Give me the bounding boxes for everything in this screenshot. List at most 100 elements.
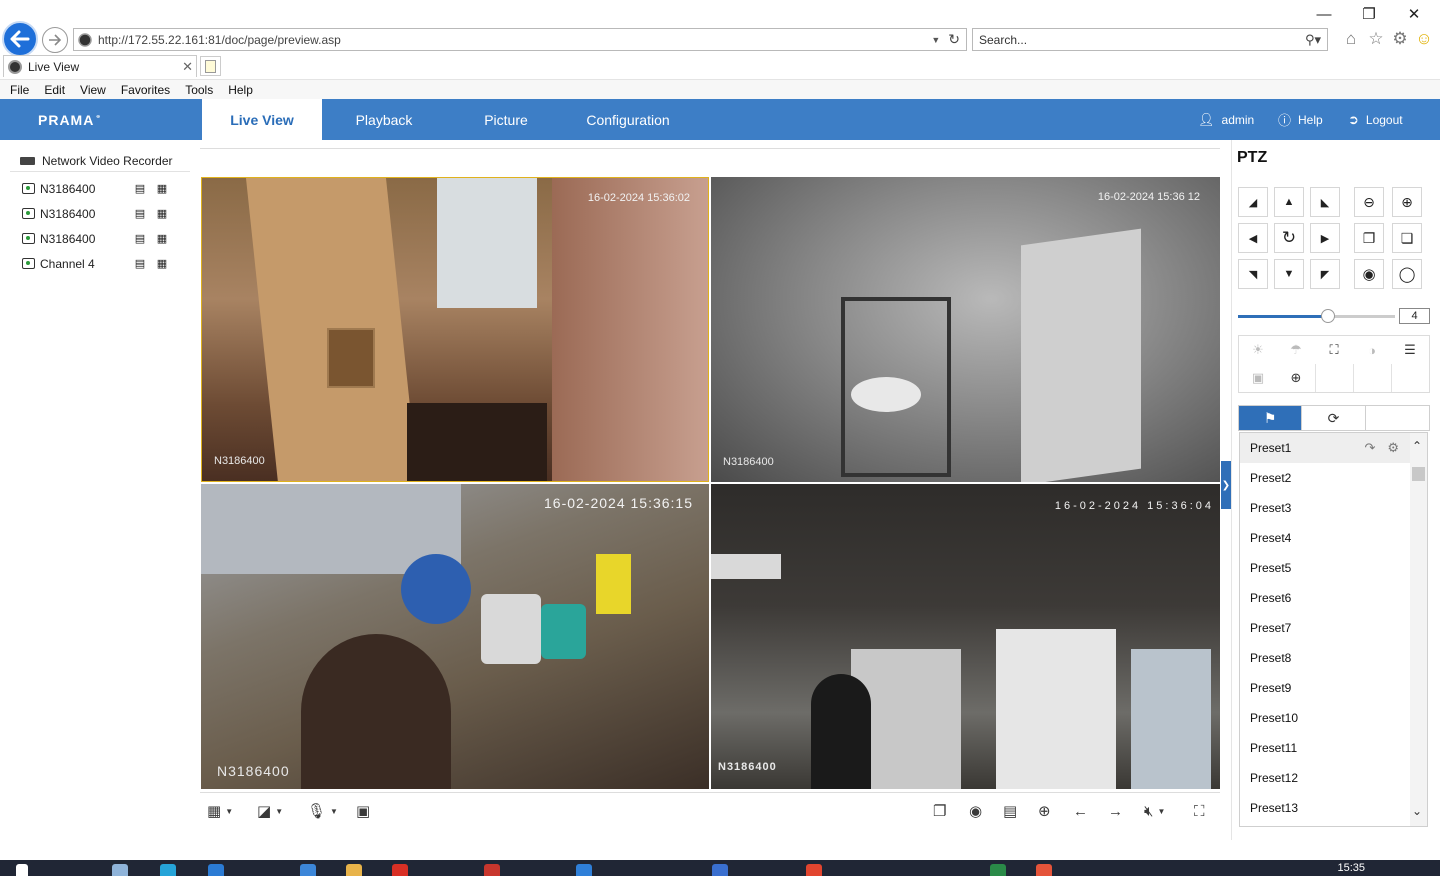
- preset-item[interactable]: Preset4: [1240, 523, 1411, 553]
- preset-item[interactable]: Preset8: [1240, 643, 1411, 673]
- manual-tracking-icon[interactable]: ▣: [1239, 364, 1277, 392]
- taskbar-app-icon[interactable]: [392, 864, 408, 876]
- ptz-down-right-button[interactable]: ◤: [1310, 259, 1340, 289]
- scrollbar-thumb[interactable]: [1412, 467, 1425, 481]
- forward-button[interactable]: [42, 27, 68, 53]
- gear-icon[interactable]: ⚙: [1389, 28, 1411, 50]
- tree-channel-2[interactable]: N3186400 ▤ ▦: [10, 201, 190, 226]
- ptz-left-button[interactable]: ◀: [1238, 223, 1268, 253]
- home-icon[interactable]: ⌂: [1340, 28, 1362, 50]
- preset-item[interactable]: Preset9: [1240, 673, 1411, 703]
- preset-item[interactable]: Preset11: [1240, 733, 1411, 763]
- tab-presets[interactable]: ⚑: [1239, 406, 1303, 430]
- chevron-up-icon[interactable]: ⌃: [1412, 439, 1422, 453]
- user-menu[interactable]: 👤︎ admin: [1198, 99, 1254, 140]
- preset-item[interactable]: Preset6: [1240, 583, 1411, 613]
- window-layout-button[interactable]: ▦ ▼: [207, 802, 233, 820]
- record-icon[interactable]: ▤: [132, 232, 148, 246]
- preset-settings-icon[interactable]: ⚙: [1387, 440, 1399, 456]
- ptz-speed-slider[interactable]: [1238, 309, 1395, 323]
- collapse-panel-button[interactable]: ❯: [1221, 461, 1231, 509]
- ptz-auto-pan-button[interactable]: ↻: [1274, 223, 1304, 253]
- preset-item[interactable]: Preset3: [1240, 493, 1411, 523]
- preset-item[interactable]: Preset7: [1240, 613, 1411, 643]
- digital-zoom-button[interactable]: ⊕: [1038, 802, 1051, 820]
- taskbar-app-icon[interactable]: [346, 864, 362, 876]
- wiper-icon[interactable]: ☂: [1277, 336, 1315, 364]
- iris-close-button[interactable]: ◉: [1354, 259, 1384, 289]
- zoom-in-button[interactable]: ⊕: [1392, 187, 1422, 217]
- capture-button[interactable]: ◉: [969, 802, 982, 820]
- minimize-button[interactable]: —: [1309, 4, 1339, 24]
- light-icon[interactable]: ☀: [1239, 336, 1277, 364]
- tab-patrols[interactable]: ⟳: [1302, 406, 1366, 430]
- restore-button[interactable]: ❐: [1354, 4, 1384, 24]
- iris-open-button[interactable]: ◯: [1392, 259, 1422, 289]
- taskbar-app-icon[interactable]: [208, 864, 224, 876]
- ptz-right-button[interactable]: ▶: [1310, 223, 1340, 253]
- logout-link[interactable]: ➲ Logout: [1348, 99, 1403, 140]
- tab-picture[interactable]: Picture: [452, 99, 560, 140]
- ptz-control-icon[interactable]: ▦: [154, 182, 170, 196]
- taskbar-app-icon[interactable]: [990, 864, 1006, 876]
- tab-pattern[interactable]: [1366, 406, 1429, 430]
- capture-all-button[interactable]: ❐: [933, 802, 946, 820]
- menu-favorites[interactable]: Favorites: [121, 83, 170, 97]
- record-icon[interactable]: ▤: [132, 207, 148, 221]
- video-tile-3[interactable]: 16-02-2024 15:36:15 N3186400: [201, 484, 709, 789]
- taskbar-app-icon[interactable]: [1036, 864, 1052, 876]
- chevron-down-icon[interactable]: ⌄: [1412, 804, 1422, 818]
- tab-live-view[interactable]: Live View: [202, 99, 322, 140]
- taskbar-app-icon[interactable]: [484, 864, 500, 876]
- preset-item[interactable]: Preset13: [1240, 793, 1411, 823]
- browser-search-input[interactable]: Search... ⚲▾: [972, 28, 1328, 51]
- menu-help[interactable]: Help: [228, 83, 253, 97]
- stream-type-button[interactable]: ◪ ▼: [257, 802, 283, 820]
- ptz-down-button[interactable]: ▼: [1274, 259, 1304, 289]
- preset-item[interactable]: Preset2: [1240, 463, 1411, 493]
- menu-icon[interactable]: ☰: [1391, 336, 1429, 364]
- taskbar-app-icon[interactable]: [160, 864, 176, 876]
- menu-edit[interactable]: Edit: [44, 83, 65, 97]
- record-icon[interactable]: ▤: [132, 257, 148, 271]
- tree-channel-3[interactable]: N3186400 ▤ ▦: [10, 226, 190, 251]
- taskbar-app-icon[interactable]: [712, 864, 728, 876]
- preset-item[interactable]: Preset1 ↷ ⚙: [1240, 433, 1411, 463]
- address-bar[interactable]: http://172.55.22.161:81/doc/page/preview…: [73, 28, 967, 51]
- taskbar-app-icon[interactable]: [300, 864, 316, 876]
- ptz-control-icon[interactable]: ▦: [154, 232, 170, 246]
- address-dropdown-icon[interactable]: ▼: [931, 35, 940, 45]
- speed-slider-thumb[interactable]: [1321, 309, 1335, 323]
- search-icon[interactable]: ⚲▾: [1305, 32, 1321, 48]
- new-tab-button[interactable]: [200, 56, 221, 76]
- menu-tools[interactable]: Tools: [185, 83, 213, 97]
- ptz-down-left-button[interactable]: ◥: [1238, 259, 1268, 289]
- ptz-up-right-button[interactable]: ◣: [1310, 187, 1340, 217]
- lens-initialize-icon[interactable]: ◑: [1353, 336, 1391, 364]
- tree-root-nvr[interactable]: Network Video Recorder: [10, 150, 190, 172]
- preset-item[interactable]: Preset10: [1240, 703, 1411, 733]
- star-icon[interactable]: ☆: [1365, 28, 1387, 50]
- preset-item[interactable]: Preset5: [1240, 553, 1411, 583]
- help-link[interactable]: ⓘ Help: [1278, 99, 1323, 140]
- ptz-speed-value[interactable]: 4: [1399, 308, 1430, 324]
- tree-channel-4[interactable]: Channel 4 ▤ ▦: [10, 251, 190, 276]
- ptz-up-left-button[interactable]: ◢: [1238, 187, 1268, 217]
- ptz-up-button[interactable]: ▲: [1274, 187, 1304, 217]
- volume-button[interactable]: 🔇︎ ▼: [1144, 802, 1165, 820]
- zoom-out-button[interactable]: ⊖: [1354, 187, 1384, 217]
- focus-near-button[interactable]: ❐: [1354, 223, 1384, 253]
- call-preset-icon[interactable]: ↷: [1364, 440, 1375, 456]
- ptz-control-icon[interactable]: ▦: [154, 207, 170, 221]
- taskbar-browser-icon[interactable]: [576, 864, 592, 876]
- taskbar-app-icon[interactable]: [806, 864, 822, 876]
- menu-view[interactable]: View: [80, 83, 106, 97]
- ptz-control-icon[interactable]: ▦: [154, 257, 170, 271]
- tab-playback[interactable]: Playback: [330, 99, 438, 140]
- previous-page-button[interactable]: ←: [1073, 802, 1088, 820]
- menu-file[interactable]: File: [10, 83, 29, 97]
- fullscreen-button[interactable]: ⛶: [1194, 802, 1205, 820]
- preset-scrollbar[interactable]: ⌃ ⌄: [1410, 433, 1427, 826]
- video-tile-1[interactable]: 16-02-2024 15:36:02 N3186400: [201, 177, 709, 482]
- back-button[interactable]: [2, 21, 38, 57]
